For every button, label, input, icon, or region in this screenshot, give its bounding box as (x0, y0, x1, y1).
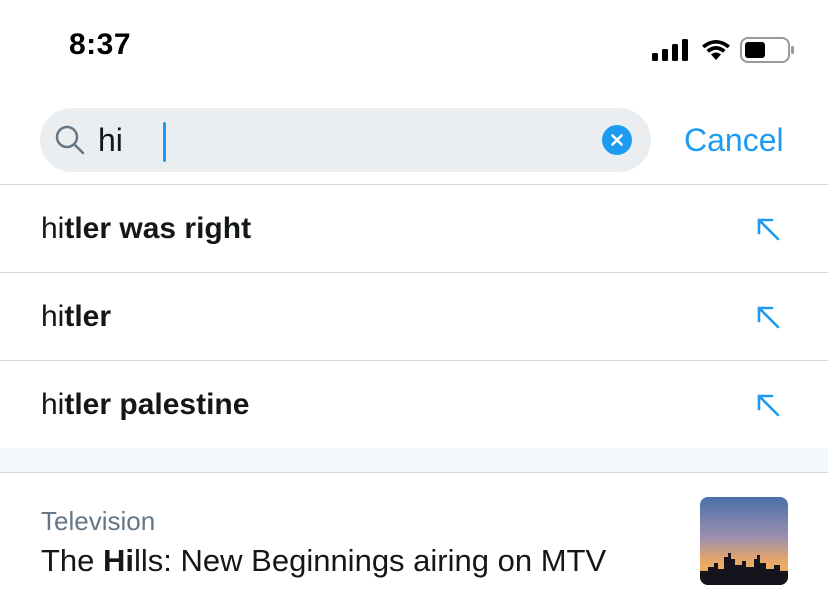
close-icon (611, 134, 623, 146)
suggestion-typed: hi (41, 212, 65, 245)
arrow-up-left-icon[interactable] (752, 389, 784, 421)
city-skyline-image (700, 497, 788, 585)
suggestion-completion: tler (64, 300, 112, 333)
search-screen: 8:37 hi Cancel hitler was right hitler h… (0, 0, 828, 614)
status-bar: 8:37 (0, 0, 828, 100)
suggestion-item[interactable]: hitler was right (0, 185, 828, 273)
suggestion-completion: tler palestine (64, 388, 250, 421)
status-time: 8:37 (69, 28, 132, 61)
suggestion-label: hitler was right (41, 209, 251, 249)
suggestion-item[interactable]: hitler palestine (0, 361, 828, 449)
trend-item[interactable]: Television The Hills: New Beginnings air… (0, 473, 828, 614)
text-cursor (163, 122, 166, 162)
trend-title-start: The (41, 543, 104, 578)
suggestion-typed: hi (41, 300, 65, 333)
trend-title-match: Hi (103, 543, 135, 578)
search-icon (55, 125, 85, 155)
suggestion-item[interactable]: hitler (0, 273, 828, 361)
wifi-icon (702, 40, 730, 60)
cancel-button[interactable]: Cancel (684, 120, 784, 160)
search-row: hi Cancel (0, 100, 828, 184)
trend-title-end: lls: New Beginnings airing on MTV (134, 543, 607, 578)
trend-category: Television (41, 506, 156, 536)
arrow-up-left-icon[interactable] (752, 301, 784, 333)
battery-icon (740, 37, 794, 63)
suggestion-completion: tler was right (64, 212, 252, 245)
clear-search-button[interactable] (602, 125, 632, 155)
suggestion-label: hitler palestine (41, 385, 249, 425)
search-field[interactable]: hi (40, 108, 651, 172)
arrow-up-left-icon[interactable] (752, 213, 784, 245)
cellular-signal-icon (652, 39, 688, 61)
trend-thumbnail (700, 497, 788, 585)
suggestion-label: hitler (41, 297, 111, 337)
suggestion-typed: hi (41, 388, 65, 421)
section-gap (0, 448, 828, 472)
search-input[interactable]: hi (98, 120, 123, 160)
trend-title: The Hills: New Beginnings airing on MTV (41, 541, 606, 581)
